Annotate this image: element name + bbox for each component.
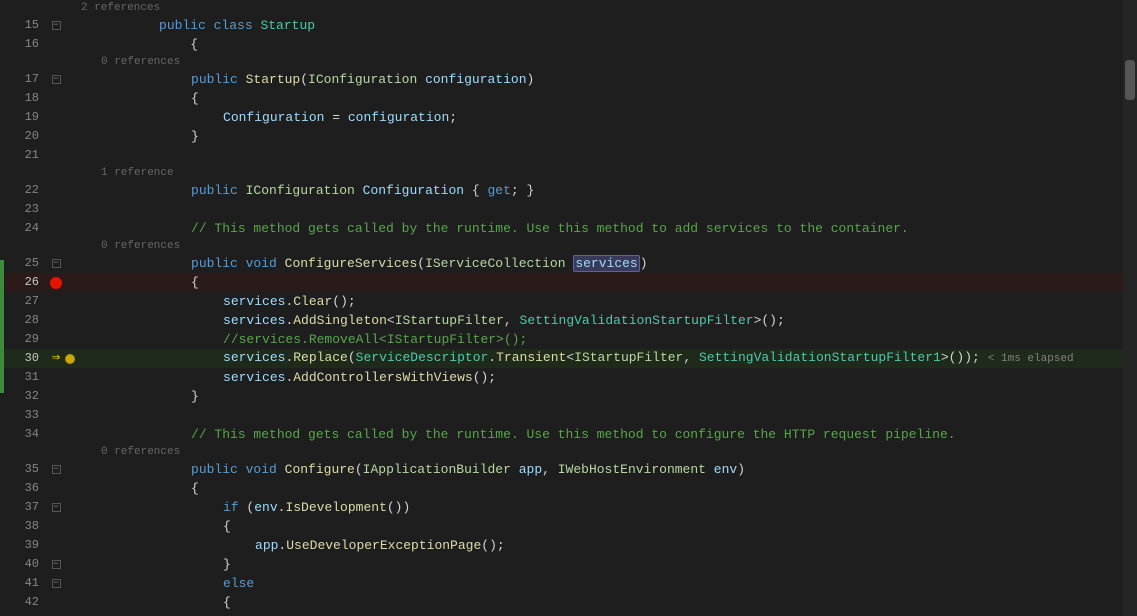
code-line-42: 42 { [4, 593, 1123, 612]
collapse-btn-17[interactable]: − [52, 75, 61, 84]
collapse-btn-35[interactable]: − [52, 465, 61, 474]
line-num-34: 34 [4, 425, 49, 444]
line-num-31: 31 [4, 368, 49, 387]
line-num-15: 15 [4, 16, 49, 35]
code-line-22: 22 public IConfiguration Configuration {… [4, 181, 1123, 200]
line-num-35: 35 [4, 460, 49, 479]
scrollbar[interactable] [1123, 0, 1137, 616]
collapse-btn-41[interactable]: − [52, 579, 61, 588]
line-num-17: 17 [4, 70, 49, 89]
line-num-18: 18 [4, 89, 49, 108]
line-num-16: 16 [4, 35, 49, 54]
code-line-32: 32 } [4, 387, 1123, 406]
line-num-36: 36 [4, 479, 49, 498]
line-num-33: 33 [4, 406, 49, 425]
line-num-32: 32 [4, 387, 49, 406]
code-text-42: { [77, 574, 231, 616]
line-num-37: 37 [4, 498, 49, 517]
line-num-29: 29 [4, 330, 49, 349]
line-num-24: 24 [4, 219, 49, 238]
collapse-btn-15[interactable]: − [52, 21, 61, 30]
breakpoint-26[interactable] [50, 277, 62, 289]
line-num-22: 22 [4, 181, 49, 200]
collapse-btn-25[interactable]: − [52, 259, 61, 268]
line-num-23: 23 [4, 200, 49, 219]
line-num-28: 28 [4, 311, 49, 330]
collapse-btn-40[interactable]: − [52, 560, 61, 569]
code-editor: 2 references 15 − public class Startup 1… [0, 0, 1137, 616]
line-num-41: 41 [4, 574, 49, 593]
elapsed-label: < 1ms elapsed [988, 353, 1074, 365]
line-num-26: 26 [4, 273, 49, 292]
line-num-25: 25 [4, 254, 49, 273]
collapse-btn-37[interactable]: − [52, 503, 61, 512]
line-num-39: 39 [4, 536, 49, 555]
line-num-42: 42 [4, 593, 49, 612]
execution-arrow: ⇒ [52, 349, 60, 368]
scrollbar-thumb[interactable] [1125, 60, 1135, 100]
line-num-27: 27 [4, 292, 49, 311]
line-num-19: 19 [4, 108, 49, 127]
line-num-38: 38 [4, 517, 49, 536]
code-line-20: 20 } [4, 127, 1123, 146]
line-num-21: 21 [4, 146, 49, 165]
line-num-30: 30 [4, 349, 49, 368]
line-num-20: 20 [4, 127, 49, 146]
line-num-40: 40 [4, 555, 49, 574]
warning-dot-30 [65, 354, 75, 364]
